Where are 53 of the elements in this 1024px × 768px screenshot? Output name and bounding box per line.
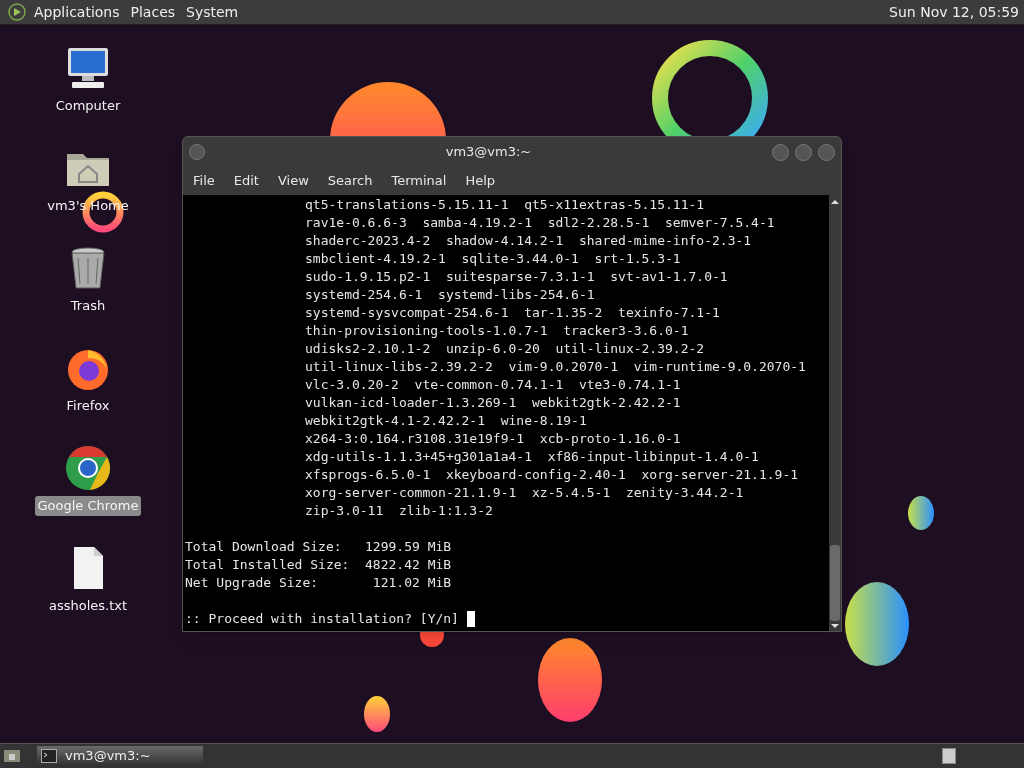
desktop-icon-label[interactable]: Computer: [52, 96, 124, 116]
terminal-icon: [41, 749, 57, 763]
terminal-line: vulkan-icd-loader-1.3.269-1 webkit2gtk-2.42.2-1: [304, 394, 682, 412]
scrollbar[interactable]: [829, 195, 841, 631]
panel-clock[interactable]: Sun Nov 12, 05:59: [889, 1, 1019, 23]
panel-menu[interactable]: Applications: [34, 1, 120, 23]
terminal-line: vlc-3.0.20-2 vte-common-0.74.1-1 vte3-0.74.1-1: [304, 376, 682, 394]
menu-item[interactable]: Help: [465, 171, 496, 191]
terminal-line: xdg-utils-1.1.3+45+g301a1a4-1 xf86-input-libinput-1.4.0-1: [304, 448, 760, 466]
workspace-switcher[interactable]: [942, 748, 956, 764]
maximize-button[interactable]: [795, 143, 812, 161]
text-cursor: [466, 611, 475, 627]
terminal-line: webkit2gtk-4.1-2.42.2-1 wine-8.19-1: [304, 412, 588, 430]
close-button[interactable]: [818, 143, 835, 161]
terminal-line: Total Installed Size: 4822.42 MiB: [184, 556, 453, 574]
terminal-line: rav1e-0.6.6-3 samba-4.19.2-1 sdl2-2.28.5-1 semver-7.5.4-1: [304, 214, 776, 232]
terminal-line: qt5-translations-5.15.11-1 qt5-x11extras-5.15.11-1: [304, 196, 706, 214]
terminal-line: sudo-1.9.15.p2-1 suitesparse-7.3.1-1 svt-av1-1.7.0-1: [304, 268, 729, 286]
panel-menu[interactable]: Places: [130, 1, 176, 23]
desktop-icon-label[interactable]: assholes.txt: [45, 596, 131, 616]
terminal-prompt: :: Proceed with installation? [Y/n]: [185, 610, 459, 628]
terminal-line: shaderc-2023.4-2 shadow-4.14.2-1 shared-mime-info-2.3-1: [304, 232, 753, 250]
scrollbar-thumb[interactable]: [830, 545, 840, 621]
terminal-line: systemd-254.6-1 systemd-libs-254.6-1: [304, 286, 596, 304]
terminal-line: thin-provisioning-tools-1.0.7-1 tracker3-3.6.0-1: [304, 322, 690, 340]
menu-logo-icon[interactable]: [8, 3, 26, 21]
terminal-line: Net Upgrade Size: 121.02 MiB: [184, 574, 453, 592]
bubble-drawing: [364, 696, 390, 732]
menu-item[interactable]: Edit: [233, 171, 259, 191]
panel-menu[interactable]: System: [186, 1, 239, 23]
taskbar-button[interactable]: vm3@vm3:~: [37, 745, 203, 767]
window-title: vm3@vm3:~: [444, 143, 533, 162]
terminal-line: Total Download Size: 1299.59 MiB: [184, 538, 453, 556]
browser-icon: [64, 444, 112, 492]
desktop-icon-label[interactable]: Trash: [67, 296, 109, 316]
terminal-line: xfsprogs-6.5.0-1 xkeyboard-config-2.40-1 xorg-server-21.1.9-1: [304, 466, 800, 484]
terminal-line: xorg-server-common-21.1.9-1 xz-5.4.5-1 zenity-3.44.2-1: [304, 484, 745, 502]
desktop-icon-label[interactable]: Firefox: [63, 396, 113, 416]
terminal-line: smbclient-4.19.2-1 sqlite-3.44.0-1 srt-1.5.3-1: [304, 250, 682, 268]
menu-item[interactable]: File: [193, 171, 215, 191]
scroll-up-icon[interactable]: [830, 197, 840, 207]
menu-item[interactable]: Search: [327, 171, 373, 191]
terminal-line: util-linux-libs-2.39.2-2 vim-9.0.2070-1 vim-runtime-9.0.2070-1: [304, 358, 807, 376]
terminal-line: x264-3:0.164.r3108.31e19f9-1 xcb-proto-1.16.0-1: [304, 430, 682, 448]
menu-item[interactable]: Terminal: [391, 171, 447, 191]
terminal-line: systemd-sysvcompat-254.6-1 tar-1.35-2 texinfo-7.1-1: [304, 304, 721, 322]
minimize-button[interactable]: [772, 143, 789, 161]
show-desktop-icon[interactable]: [3, 748, 21, 764]
bubble-drawing: [908, 496, 934, 530]
window-menu-icon[interactable]: [189, 144, 205, 160]
terminal-line: udisks2-2.10.1-2 unzip-6.0-20 util-linux-2.39.2-2: [304, 340, 706, 358]
terminal-line: zip-3.0-11 zlib-1:1.3-2: [304, 502, 494, 520]
menu-item[interactable]: View: [277, 171, 309, 191]
